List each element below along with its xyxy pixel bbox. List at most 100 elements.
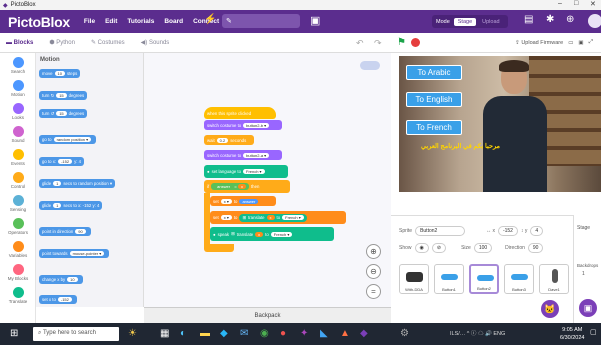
palette-block-input[interactable]: 15 [56,111,67,116]
clock[interactable]: 9:05 AM 6/30/2024 [560,326,584,342]
category-my-blocks[interactable]: My Blocks [0,264,36,281]
show-hidden-icon[interactable]: ⊘ [431,243,447,253]
avatar[interactable] [588,14,601,28]
tab-costumes[interactable]: ✎ Costumes [91,39,125,46]
sprite-thumb-with-dda[interactable]: With-DDA [399,264,429,294]
app-icon-purple[interactable]: ✦ [300,328,308,339]
palette-block-input[interactable]: 1 [53,181,62,186]
switch-costume-block-1[interactable]: switch costume to button2-b ▾ [204,120,282,130]
set-language-block[interactable]: ● set language to French ▾ [204,165,288,178]
script-workspace[interactable]: when this sprite clicked switch costume … [144,53,391,307]
store-icon[interactable]: ◆ [220,328,228,339]
chrome-icon[interactable]: ◉ [260,328,269,339]
sprite-thumb-dave1[interactable]: Dave1 [539,264,569,294]
palette-block-input[interactable]: 10 [54,71,65,76]
palette-block-input[interactable]: 1 [53,203,62,208]
to-french-button[interactable]: To French [406,120,462,135]
direction-field[interactable]: 90 [527,243,544,253]
menu-tutorials[interactable]: Tutorials [127,18,154,25]
category-looks[interactable]: Looks [0,103,36,120]
settings-taskbar-icon[interactable]: ⚙ [400,328,409,339]
b6-input-2[interactable]: answer [239,198,259,204]
small-stage-icon[interactable]: ▭ [568,40,573,46]
palette-block[interactable]: glide 1 secs to random position ▾ [39,179,116,188]
b8-input[interactable]: x [255,231,264,237]
b6-input-1[interactable]: x ▾ [220,198,232,204]
add-sprite-button[interactable]: 🐱 [541,300,559,318]
notification-icon[interactable]: ▢ [590,328,597,336]
palette-block[interactable]: turn ↻ 15 degrees [39,91,88,100]
add-backdrop-button[interactable]: ▣ [579,299,597,317]
plug-icon[interactable]: ⚡ [204,14,216,25]
y-field[interactable]: 4 [530,226,544,236]
weather-icon[interactable]: ☀ [128,328,137,339]
zoom-in-icon[interactable]: ⊕ [366,244,381,259]
b8-input-2[interactable]: French ▾ [270,231,293,237]
size-field[interactable]: 100 [473,243,493,253]
palette-block[interactable]: go to random position ▾ [39,135,97,144]
if-block[interactable]: if answer = x then [204,180,290,193]
palette-block-input[interactable]: 90 [75,229,86,234]
fullscreen-icon[interactable]: ⤢ [589,39,593,46]
close-button[interactable]: ✕ [590,0,596,8]
system-tray[interactable]: ILS/… ^ ⓘ ☁ 🔊 ENG [450,329,505,337]
b7-input-1[interactable]: x ▾ [220,215,232,220]
palette-block-input[interactable]: 15 [56,93,67,98]
set-variable-block-2[interactable]: set x ▾ to ⊞ translate x to French ▾ [210,211,346,224]
maximize-button[interactable]: □ [574,0,578,7]
vscode-icon[interactable]: ◣ [320,328,328,339]
mail-icon[interactable]: ✉ [240,328,248,339]
zoom-out-icon[interactable]: ⊖ [366,264,381,279]
save-icon[interactable]: ▣ [310,14,320,27]
palette-block[interactable]: go to x: -152 y: 4 [39,157,85,166]
palette-block-input[interactable]: -152 [58,159,73,164]
app-icon-orange[interactable]: ▲ [340,328,350,339]
taskbar-search[interactable]: ⌕ Type here to search [33,327,119,341]
show-visible-icon[interactable]: ◉ [414,243,429,253]
upload-firmware-button[interactable]: ⇪ Upload Firmware [515,40,563,46]
category-search[interactable]: Search [0,57,36,74]
large-stage-icon[interactable]: ▣ [578,40,583,46]
minimize-button[interactable]: – [558,0,562,7]
gear-icon[interactable]: ✱ [546,14,554,25]
task-view-icon[interactable]: ▦ [160,328,169,339]
b3-input[interactable]: button2-a ▾ [243,152,270,158]
menu-edit[interactable]: Edit [105,18,117,25]
palette-block[interactable]: point towards mouse-pointer ▾ [39,249,110,258]
to-english-button[interactable]: To English [406,92,462,107]
x-field[interactable]: -152 [497,226,518,236]
green-flag-icon[interactable]: ⚑ [397,37,406,48]
tab-blocks[interactable]: ▬ Blocks [6,40,33,46]
redo-icon[interactable]: ↷ [374,38,382,49]
palette-block-input[interactable]: -152 [57,297,72,302]
palette-block[interactable]: glide 1 secs to x: -152 y: 4 [39,201,103,210]
sprite-name-field[interactable]: Button2 [415,226,466,236]
palette-block[interactable]: set x to -152 [39,295,77,304]
upload-mode-option[interactable]: Upload [478,18,503,26]
stage-mode-option[interactable]: Stage [453,17,477,26]
palette-block-input[interactable]: random position ▾ [53,137,92,142]
tutorial-icon[interactable]: ▤ [524,14,533,25]
menu-board[interactable]: Board [164,18,183,25]
backpack-bar[interactable]: Backpack [144,307,391,323]
palette-block-input[interactable]: 10 [67,277,78,282]
category-translate[interactable]: Translate [0,287,36,304]
app-icon-red[interactable]: ● [280,328,286,339]
category-variables[interactable]: Variables [0,241,36,258]
sprite-thumb-button2[interactable]: Button2 [469,264,499,294]
globe-icon[interactable]: ⊕ [566,14,574,25]
wait-block[interactable]: wait 0.2 seconds [204,135,254,145]
stop-icon[interactable] [411,38,420,47]
translate-reporter[interactable]: ⊞ translate x to French ▾ [239,213,307,222]
palette-block[interactable]: point in direction 90 [39,227,91,236]
palette-block[interactable]: turn ↺ 15 degrees [39,109,88,118]
hat-block[interactable]: when this sprite clicked [204,107,276,119]
b2-input[interactable]: 0.2 [216,137,229,143]
tab-sounds[interactable]: ◀) Sounds [141,39,170,46]
palette-block[interactable]: change x by 10 [39,275,83,284]
equals-operator[interactable]: answer = x [211,183,249,190]
pictoblox-taskbar-icon[interactable]: ◆ [360,328,368,339]
category-sound[interactable]: Sound [0,126,36,143]
palette-block-input[interactable]: mouse-pointer ▾ [69,251,105,256]
undo-icon[interactable]: ↶ [356,38,364,49]
